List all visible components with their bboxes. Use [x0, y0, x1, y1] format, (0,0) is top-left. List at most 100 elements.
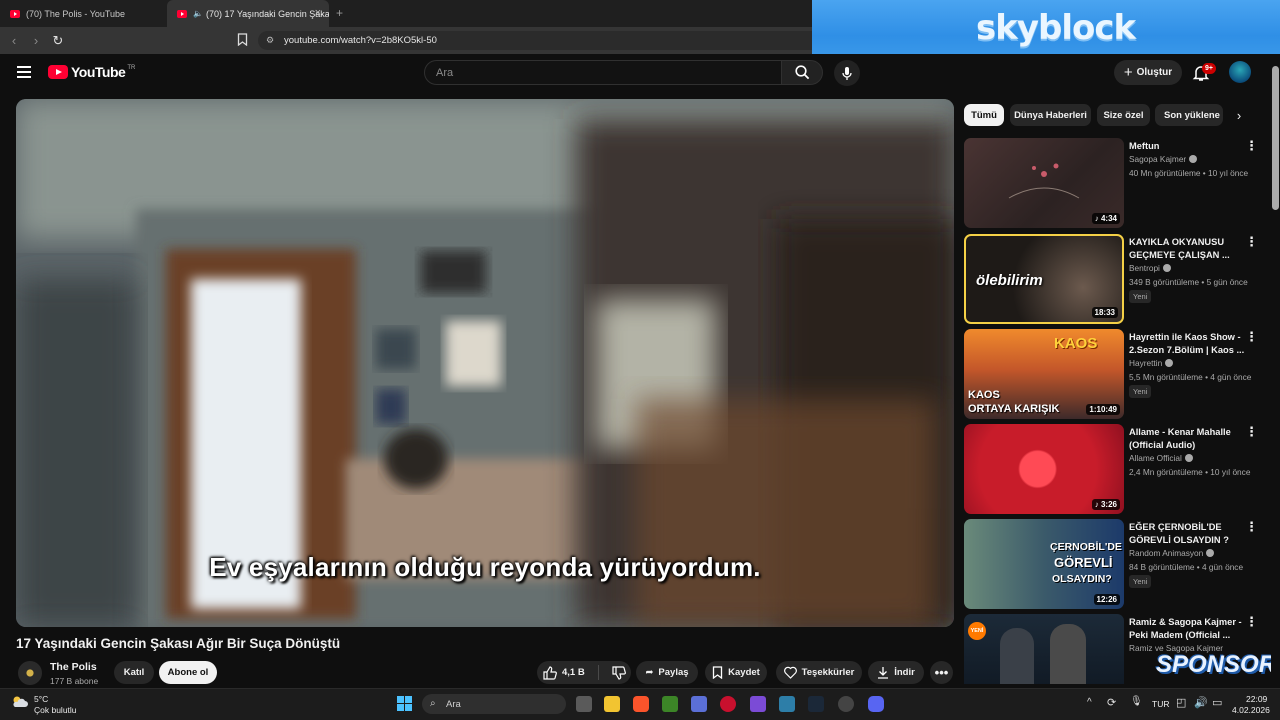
more-options-icon[interactable]: ⋮: [1245, 615, 1258, 628]
rec-title[interactable]: Allame - Kenar Mahalle (Official Audio): [1129, 426, 1247, 452]
video-thumbnail[interactable]: ölebilirim 18:33: [964, 234, 1124, 324]
rec-title[interactable]: Ramiz & Sagopa Kajmer - Peki Madem (Offi…: [1129, 616, 1247, 642]
more-actions-icon[interactable]: •••: [930, 661, 953, 684]
chip-world-news[interactable]: Dünya Haberleri: [1010, 104, 1091, 126]
rec-title[interactable]: Hayrettin ile Kaos Show - 2.Sezon 7.Bölü…: [1129, 331, 1247, 357]
dislike-button[interactable]: [612, 665, 626, 680]
network-icon[interactable]: ◰: [1176, 696, 1186, 709]
app-icon[interactable]: [691, 696, 707, 712]
browser-tab[interactable]: (70) The Polis - YouTube: [0, 0, 166, 27]
more-options-icon[interactable]: ⋮: [1245, 235, 1258, 248]
chip-for-you[interactable]: Size özel: [1097, 104, 1150, 126]
video-thumbnail[interactable]: YENİ: [964, 614, 1124, 684]
more-options-icon[interactable]: ⋮: [1245, 520, 1258, 533]
speaker-icon: 🔈: [193, 9, 203, 18]
recommendation-item[interactable]: ÇERNOBİL'DE GÖREVLİ OLSAYDIN? 12:26 EĞER…: [964, 519, 1264, 609]
brave-browser-icon[interactable]: [633, 696, 649, 712]
thumbs-up-icon: [543, 665, 557, 680]
chevron-right-icon[interactable]: ›: [1230, 106, 1248, 124]
more-options-icon[interactable]: ⋮: [1245, 330, 1258, 343]
file-explorer-icon[interactable]: [604, 696, 620, 712]
rec-channel[interactable]: Sagopa Kajmer: [1129, 154, 1198, 164]
microphone-tray-icon[interactable]: 🎙: [1130, 696, 1143, 707]
app-icon[interactable]: [838, 696, 854, 712]
thanks-label: Teşekkürler: [801, 667, 855, 678]
rec-channel[interactable]: Bentropi: [1129, 263, 1171, 273]
thumbnail-text: KAOS: [968, 389, 1000, 401]
cloud-icon[interactable]: [11, 694, 29, 708]
rec-meta: 84 B görüntüleme • 4 gün önce: [1129, 562, 1244, 572]
channel-avatar[interactable]: [18, 661, 42, 685]
video-thumbnail[interactable]: ÇERNOBİL'DE GÖREVLİ OLSAYDIN? 12:26: [964, 519, 1124, 609]
rec-channel[interactable]: Allame Official: [1129, 453, 1193, 463]
close-tab-icon[interactable]: ×: [315, 7, 321, 19]
app-icon[interactable]: [750, 696, 766, 712]
reload-icon[interactable]: ↻: [47, 33, 69, 49]
rec-title[interactable]: KAYIKLA OKYANUSU GEÇMEYE ÇALIŞAN ...: [1129, 236, 1247, 262]
create-label: Oluştur: [1136, 67, 1173, 78]
download-button[interactable]: İndir: [868, 661, 924, 684]
windows-start-icon[interactable]: [397, 696, 412, 711]
create-button[interactable]: + Oluştur: [1114, 60, 1182, 85]
more-options-icon[interactable]: ⋮: [1245, 139, 1258, 152]
address-bar[interactable]: ⚙ youtube.com/watch?v=2b8KO5kl-50: [258, 31, 812, 50]
video-thumbnail[interactable]: KAOS KAOS ORTAYA KARIŞIK 1:10:49: [964, 329, 1124, 419]
chip-all[interactable]: Tümü: [964, 104, 1004, 126]
thumbnail-text: GÖREVLİ: [1054, 555, 1113, 570]
user-avatar[interactable]: [1229, 61, 1251, 83]
skyblock-logo-text: skyblock: [976, 8, 1136, 48]
recommendation-item[interactable]: ♪ 4:34 Meftun Sagopa Kajmer 40 Mn görünt…: [964, 138, 1264, 228]
minecraft-icon[interactable]: [662, 696, 678, 712]
save-button[interactable]: Kaydet: [705, 661, 767, 684]
share-button[interactable]: ➦ Paylaş: [636, 661, 698, 684]
clock-date[interactable]: 4.02.2026: [1232, 705, 1270, 715]
clock-time[interactable]: 22:09: [1246, 694, 1267, 704]
microphone-icon: [842, 66, 852, 80]
join-button[interactable]: Katıl: [114, 661, 154, 684]
app-icon[interactable]: [720, 696, 736, 712]
search-button[interactable]: [781, 60, 823, 85]
subscribe-button[interactable]: Abone ol: [159, 661, 217, 684]
like-button[interactable]: 4,1 B: [543, 665, 585, 680]
search-input[interactable]: Ara: [424, 60, 782, 85]
thanks-button[interactable]: Teşekkürler: [776, 661, 862, 684]
recommendation-item[interactable]: ölebilirim 18:33 KAYIKLA OKYANUSU GEÇMEY…: [964, 234, 1264, 324]
steam-icon[interactable]: [808, 696, 824, 712]
rec-channel[interactable]: Hayrettin: [1129, 358, 1174, 368]
voice-search-button[interactable]: [834, 60, 860, 86]
recommendation-item[interactable]: KAOS KAOS ORTAYA KARIŞIK 1:10:49 Hayrett…: [964, 329, 1264, 419]
app-icon[interactable]: [779, 696, 795, 712]
bookmark-icon[interactable]: [237, 33, 248, 47]
divider: [597, 665, 599, 680]
rec-channel[interactable]: Random Animasyon: [1129, 548, 1215, 558]
scrollbar-thumb[interactable]: [1272, 66, 1279, 210]
recommendation-item[interactable]: ♪ 3:26 Allame - Kenar Mahalle (Official …: [964, 424, 1264, 514]
forward-icon[interactable]: ›: [25, 33, 47, 48]
youtube-logo[interactable]: YouTube TR: [48, 64, 135, 80]
volume-icon[interactable]: 🔊: [1194, 696, 1208, 709]
video-thumbnail[interactable]: ♪ 4:34: [964, 138, 1124, 228]
taskbar-search[interactable]: ⌕ Ara: [422, 694, 566, 714]
chevron-up-icon[interactable]: ^: [1087, 697, 1092, 708]
hamburger-menu-icon[interactable]: [17, 66, 31, 78]
video-duration: 12:26: [1093, 594, 1120, 605]
back-icon[interactable]: ‹: [3, 33, 25, 48]
chip-recently-uploaded[interactable]: Son yüklene: [1155, 104, 1223, 126]
rec-title[interactable]: Meftun: [1129, 140, 1247, 153]
discord-icon[interactable]: [868, 696, 884, 712]
battery-icon[interactable]: ▭: [1212, 696, 1222, 709]
new-tab-icon[interactable]: +: [336, 6, 343, 20]
video-duration: 1:10:49: [1086, 404, 1120, 415]
search-placeholder: Ara: [436, 66, 454, 79]
channel-name[interactable]: The Polis: [50, 661, 97, 673]
more-options-icon[interactable]: ⋮: [1245, 425, 1258, 438]
input-language[interactable]: TUR: [1152, 699, 1169, 709]
video-thumbnail[interactable]: ♪ 3:26: [964, 424, 1124, 514]
weather-description: Çok bulutlu: [34, 705, 77, 715]
task-view-icon[interactable]: [576, 696, 592, 712]
video-player[interactable]: [16, 99, 954, 627]
site-info-icon[interactable]: ⚙: [266, 35, 274, 46]
browser-tab-active[interactable]: 🔈 (70) 17 Yaşındaki Gencin Şaka ×: [167, 0, 329, 27]
sync-icon[interactable]: ⟳: [1107, 696, 1116, 709]
rec-title[interactable]: EĞER ÇERNOBİL'DE GÖREVLİ OLSAYDIN ?: [1129, 521, 1247, 547]
